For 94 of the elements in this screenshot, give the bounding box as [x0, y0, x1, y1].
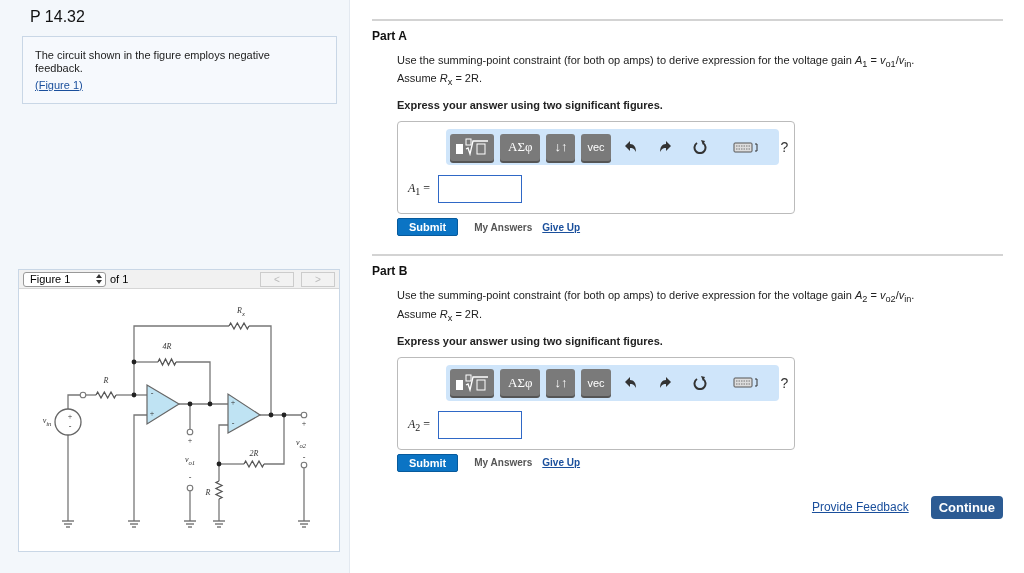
circuit-label: 4R [162, 343, 172, 351]
toolbar-button[interactable]: vec [581, 133, 611, 161]
wire [189, 490, 191, 522]
redo-icon [658, 141, 671, 154]
question-text: Use the summing-point constraint (for both op amps) to derive expression for the voltage gain A$_{1}$ = v$_{o1}$/v$_{in}$. [397, 53, 916, 72]
template-button[interactable] [450, 369, 494, 397]
circuit-label: - [68, 423, 72, 431]
resistor-symbol [95, 390, 117, 400]
toolbar-button[interactable]: ↓↑ [546, 133, 576, 161]
my-answers-label: My Answers [474, 221, 533, 233]
template-icon [454, 138, 490, 157]
wire [303, 467, 305, 522]
answer-field[interactable] [438, 410, 523, 439]
circuit-label: - [150, 390, 154, 398]
terminal [186, 484, 194, 492]
toolbar-button[interactable]: ΑΣφ [500, 369, 541, 397]
circuit-label: v$_{o1}$ [184, 456, 196, 467]
assumption-text: Assume R$_{x}$ = 2R. [397, 71, 483, 90]
wire [218, 498, 220, 522]
submit-button[interactable]: Submit [397, 218, 459, 237]
terminal [79, 391, 87, 399]
ground-symbol [212, 520, 226, 528]
toolbar-button[interactable]: ΑΣφ [500, 133, 541, 161]
circuit-label: - [302, 454, 306, 462]
ground-symbol [61, 520, 75, 528]
help-button[interactable]: ? [772, 374, 797, 391]
circuit-label: R$_{x}$ [237, 307, 245, 318]
junction-dot [131, 392, 137, 398]
circuit-label: 2R [249, 450, 259, 458]
junction-dot [131, 359, 137, 365]
circuit-label: v$_{in}$ [42, 417, 52, 428]
junction-dot [207, 401, 213, 407]
answer-label: A$_{1}$ = [408, 181, 431, 198]
circuit-label: v$_{o2}$ [295, 439, 307, 450]
op-amp-symbol [227, 392, 262, 435]
circuit-label: - [188, 474, 192, 482]
terminal [300, 461, 308, 469]
keyboard-icon [732, 141, 759, 153]
question-text: Use the summing-point constraint (for both op amps) to derive expression for the voltage gain A$_{2}$ = v$_{o2}$/v$_{in}$. [397, 288, 916, 307]
assumption-text: Assume R$_{x}$ = 2R. [397, 306, 483, 325]
template-button[interactable] [450, 133, 494, 161]
toolbar-button[interactable]: ↓↑ [546, 369, 576, 397]
figure-link[interactable]: (Figure 1) [35, 79, 83, 91]
instruction-text: Express your answer using two significant figures. [397, 99, 664, 112]
submit-button[interactable]: Submit [397, 453, 459, 472]
junction-dot [281, 412, 287, 418]
ground-symbol [183, 520, 197, 528]
wire [67, 394, 81, 410]
reset-icon [692, 375, 707, 390]
give-up-link[interactable]: Give Up [542, 457, 581, 469]
figure-select[interactable]: Figure 1 [23, 271, 106, 287]
circuit-label: R [103, 377, 109, 385]
resistor-symbol [228, 321, 250, 331]
junction-dot [187, 401, 193, 407]
junction-dot [268, 412, 274, 418]
circuit-label: - [231, 420, 235, 428]
reset-icon [692, 140, 707, 155]
circuit-label: + [187, 437, 193, 445]
figure-count: of 1 [110, 273, 129, 285]
give-up-link[interactable]: Give Up [542, 221, 581, 233]
voltage-source-symbol [54, 408, 82, 436]
wire [85, 394, 97, 396]
redo-icon [658, 376, 671, 389]
part-title: Part A [372, 29, 408, 43]
undo-icon [624, 141, 637, 154]
terminal [186, 428, 194, 436]
resistor-symbol [157, 357, 177, 367]
help-button[interactable]: ? [772, 139, 797, 156]
circuit-label: + [149, 410, 155, 418]
answer-field[interactable] [438, 175, 523, 204]
terminal [300, 411, 308, 419]
keyboard-icon [732, 377, 759, 389]
ground-symbol [297, 520, 311, 528]
provide-feedback-link[interactable]: Provide Feedback [811, 500, 909, 515]
resistor-symbol [243, 459, 265, 469]
toolbar-button[interactable]: vec [581, 369, 611, 397]
template-icon [454, 373, 490, 392]
continue-button[interactable]: Continue [930, 495, 1003, 519]
instruction-text: Express your answer using two significant figures. [397, 334, 664, 347]
resistor-symbol [214, 480, 224, 500]
problem-title: P 14.32 [30, 8, 86, 26]
op-amp-symbol [146, 383, 181, 426]
part-title: Part B [372, 264, 409, 279]
intro-text: The circuit shown in the figure employs negative feedback. [35, 49, 271, 75]
ground-symbol [127, 520, 141, 528]
circuit-label: R [205, 489, 211, 497]
junction-dot [216, 461, 222, 467]
circuit-label: + [67, 413, 73, 421]
answer-label: A$_{2}$ = [408, 416, 431, 433]
spinner-icon [96, 274, 102, 284]
circuit-label: + [230, 399, 236, 407]
circuit-label: + [301, 420, 307, 428]
undo-icon [624, 376, 637, 389]
my-answers-label: My Answers [474, 457, 533, 469]
